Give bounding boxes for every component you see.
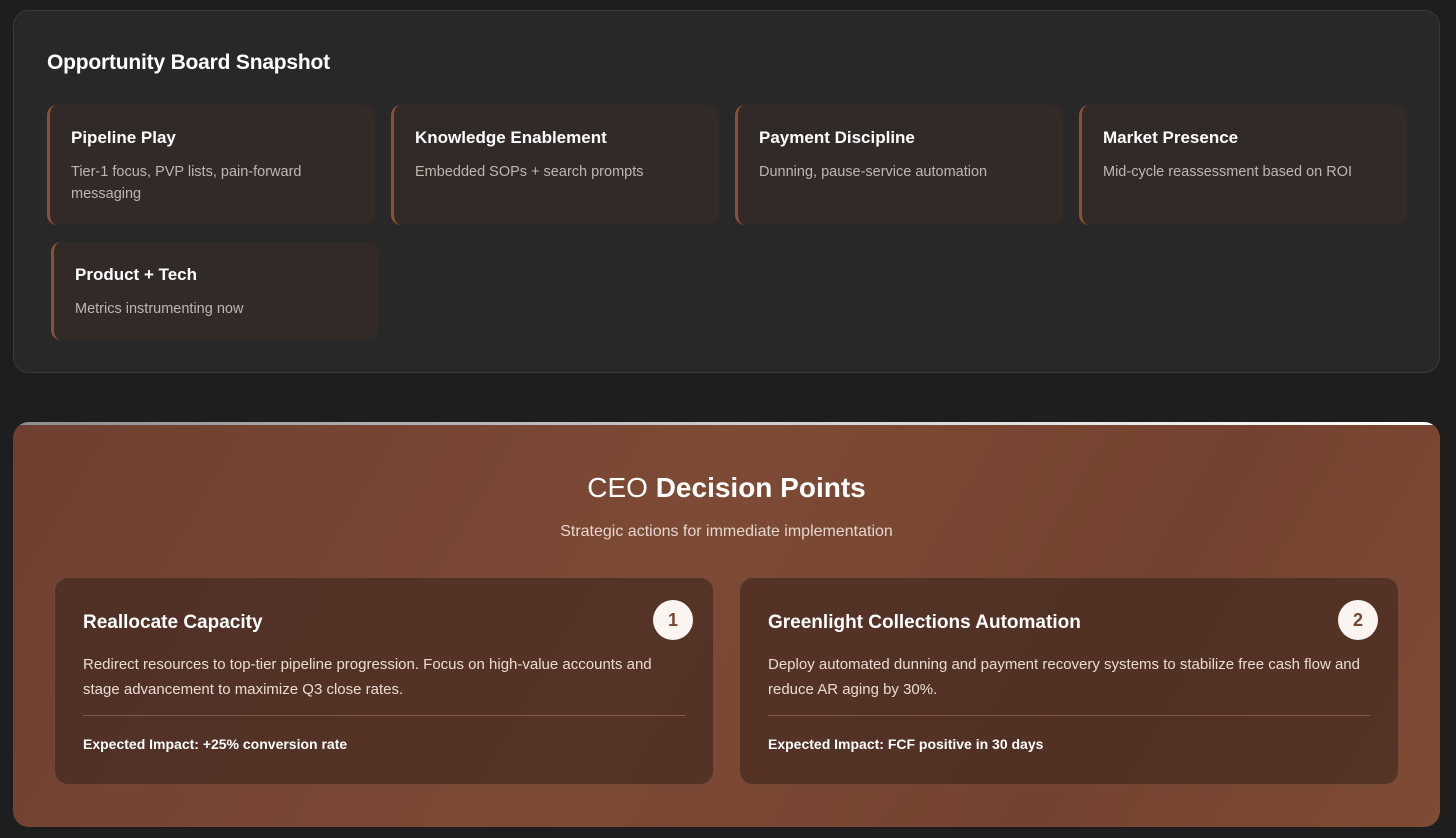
opportunity-card-description: Tier-1 focus, PVP lists, pain-forward me… [71,164,302,202]
decision-number-badge: 2 [1338,600,1378,640]
opportunity-card-payment-discipline: Payment Discipline Dunning, pause-servic… [735,105,1063,225]
decision-title-emphasis: Decision Points [655,472,866,503]
opportunity-card-market-presence: Market Presence Mid-cycle reassessment b… [1079,105,1407,225]
opportunity-card-title: Pipeline Play [71,128,176,147]
opportunity-card-description: Mid-cycle reassessment based on ROI [1103,164,1353,180]
opportunity-card-title: Payment Discipline [759,128,915,147]
opportunity-card-description: Embedded SOPs + search prompts [415,164,644,180]
decision-card-reallocate-capacity: Reallocate Capacity 1 Redirect resources… [54,577,714,785]
opportunity-card-product-tech: Product + Tech Metrics instrumenting now [51,242,379,340]
decision-card-title: Reallocate Capacity [83,612,263,633]
opportunity-board-panel: Opportunity Board Snapshot Pipeline Play… [13,10,1440,373]
decision-card-description: Redirect resources to top-tier pipeline … [83,656,652,698]
opportunity-card-description: Metrics instrumenting now [75,301,244,317]
opportunity-board-title: Opportunity Board Snapshot [47,51,330,74]
decision-card-impact: Expected Impact: FCF positive in 30 days [768,736,1044,752]
decision-card-impact: Expected Impact: +25% conversion rate [83,736,348,752]
decision-card-description: Deploy automated dunning and payment rec… [768,656,1360,698]
opportunity-card-description: Dunning, pause-service automation [759,164,988,180]
decision-points-title: CEO Decision Points [13,472,1440,504]
decision-card-collections-automation: Greenlight Collections Automation 2 Depl… [739,577,1399,785]
opportunity-card-pipeline-play: Pipeline Play Tier-1 focus, PVP lists, p… [47,105,375,225]
decision-title-prefix: CEO [587,472,648,503]
opportunity-card-title: Market Presence [1103,128,1239,147]
decision-panel-top-accent [13,422,1440,425]
opportunity-card-knowledge-enablement: Knowledge Enablement Embedded SOPs + sea… [391,105,719,225]
decision-points-subtitle: Strategic actions for immediate implemen… [560,523,893,540]
decision-number-badge: 1 [653,600,693,640]
opportunity-card-title: Knowledge Enablement [415,128,607,147]
opportunity-card-title: Product + Tech [75,265,198,284]
decision-card-divider [768,715,1370,716]
decision-card-divider [83,715,685,716]
decision-card-title: Greenlight Collections Automation [768,612,1081,633]
ceo-decision-points-panel: CEO Decision Points Strategic actions fo… [13,422,1440,827]
